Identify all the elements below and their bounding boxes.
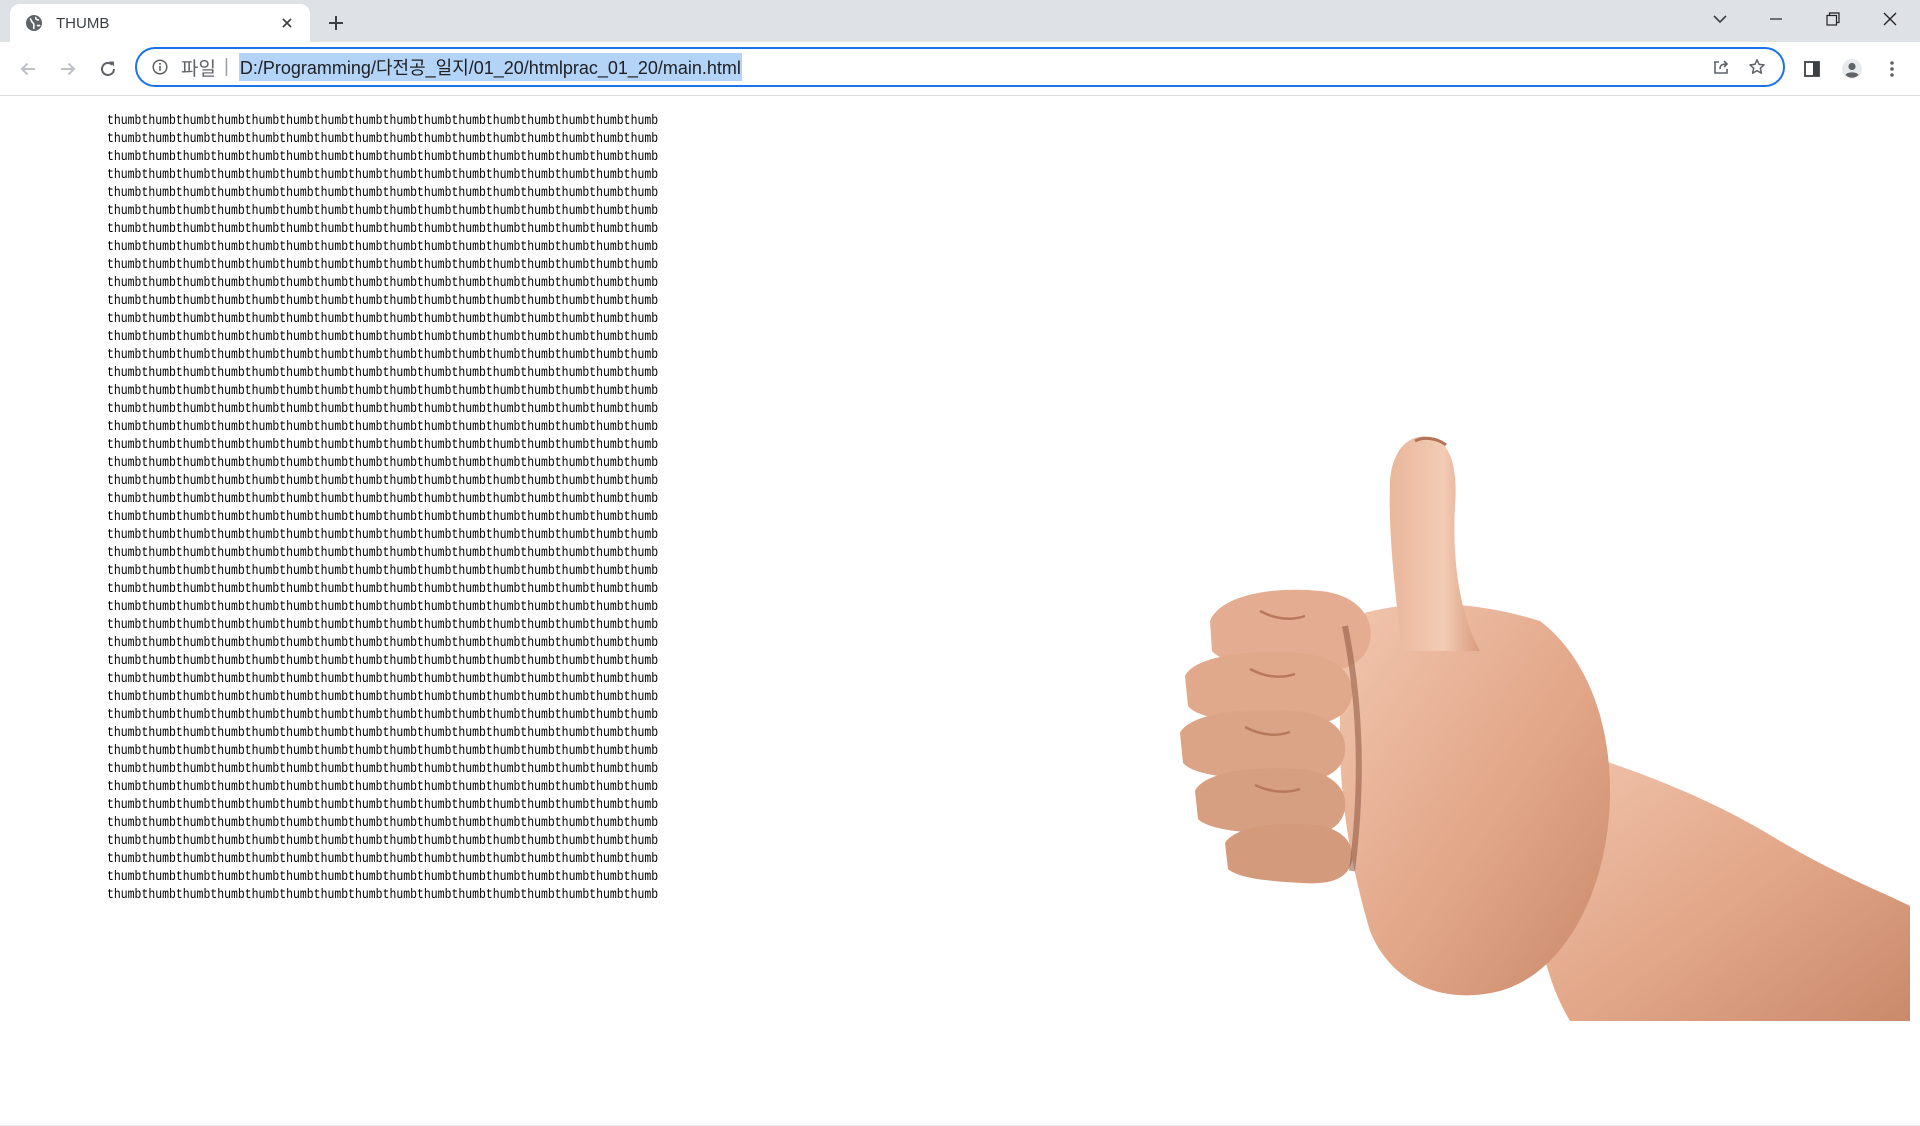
address-actions [1703,49,1775,85]
address-separator: | [223,56,229,77]
thumbs-up-image [1180,436,1910,1021]
share-icon[interactable] [1703,49,1739,85]
menu-kebab-icon[interactable] [1876,53,1908,85]
tab-thumb[interactable]: THUMB [10,4,310,42]
tab-search-button[interactable] [1692,0,1748,38]
window-close-button[interactable] [1862,0,1918,38]
new-tab-button[interactable] [322,9,350,37]
address-bar[interactable]: 파일 | D:/Programming/다전공_일지/01_20/htmlpra… [135,47,1785,87]
scheme-label: 파일 [181,58,216,80]
globe-icon [24,13,44,33]
minimize-button[interactable] [1748,0,1804,38]
browser-toolbar: 파일 | D:/Programming/다전공_일지/01_20/htmlpra… [0,42,1920,96]
profile-avatar-icon[interactable] [1836,53,1868,85]
repeated-thumb-text: thumbthumbthumbthumbthumbthumbthumbthumb… [107,113,659,903]
reload-button[interactable] [92,53,124,85]
page-content: thumbthumbthumbthumbthumbthumbthumbthumb… [0,96,1920,1126]
tab-title: THUMB [56,14,110,32]
bookmark-star-icon[interactable] [1739,49,1775,85]
url-text[interactable]: D:/Programming/다전공_일지/01_20/htmlprac_01_… [238,53,742,81]
close-icon[interactable] [276,12,298,34]
info-icon[interactable] [151,58,169,76]
restore-button[interactable] [1805,0,1861,38]
side-panel-icon[interactable] [1796,53,1828,85]
back-button[interactable] [12,53,44,85]
forward-button[interactable] [52,53,84,85]
tab-strip: THUMB [0,0,1920,42]
